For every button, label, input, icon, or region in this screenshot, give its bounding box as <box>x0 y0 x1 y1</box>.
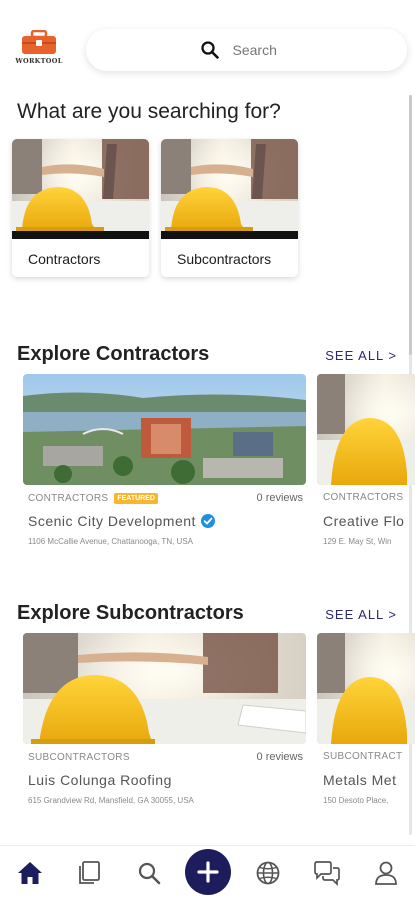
listing-name-text: Luis Colunga Roofing <box>28 772 172 788</box>
globe-icon <box>256 861 280 885</box>
listings-icon <box>79 861 100 884</box>
listing-card-peek[interactable]: SUBCONTRACT Metals Met 150 Desoto Place, <box>317 633 415 823</box>
page-title: What are you searching for? <box>17 100 281 123</box>
nav-listings[interactable] <box>74 858 104 888</box>
add-icon <box>197 861 219 883</box>
search-icon <box>138 862 161 885</box>
logo-text: WORKTOOL <box>15 57 63 65</box>
listing-category: SUBCONTRACT <box>323 751 403 762</box>
search-icon <box>200 41 219 59</box>
nav-explore[interactable] <box>253 858 283 888</box>
category-card-contractors[interactable]: Contractors <box>12 139 149 277</box>
profile-icon <box>375 861 397 885</box>
listing-card[interactable]: CONTRACTORS FEATURED 0 reviews Scenic Ci… <box>23 374 306 564</box>
listing-category: CONTRACTORS <box>28 492 109 504</box>
category-card-subcontractors[interactable]: Subcontractors <box>161 139 298 277</box>
listing-image <box>23 374 306 485</box>
nav-profile[interactable] <box>371 858 401 888</box>
home-icon <box>18 862 42 884</box>
category-image <box>161 139 298 239</box>
nav-home[interactable] <box>15 858 45 888</box>
app-header: WORKTOOL <box>0 0 415 90</box>
listing-card[interactable]: SUBCONTRACTORS 0 reviews Luis Colunga Ro… <box>23 633 306 823</box>
bottom-nav <box>0 845 415 900</box>
featured-badge: FEATURED <box>114 492 158 504</box>
listing-category: SUBCONTRACTORS <box>28 751 130 763</box>
listing-address: 129 E. May St, Win <box>323 537 392 546</box>
section-title-contractors: Explore Contractors <box>17 343 210 365</box>
worktool-logo[interactable]: WORKTOOL <box>12 30 66 70</box>
add-button[interactable] <box>185 849 231 895</box>
listing-address: 1106 McCallie Avenue, Chattanooga, TN, U… <box>28 537 193 546</box>
search-input[interactable] <box>232 42 293 58</box>
listing-image <box>317 633 415 744</box>
listing-name: Scenic City Development <box>28 513 215 529</box>
listing-name-text: Scenic City Development <box>28 513 196 529</box>
category-image <box>12 139 149 239</box>
listing-meta: CONTRACTORS FEATURED 0 reviews <box>28 491 303 505</box>
listing-card-peek[interactable]: CONTRACTORS Creative Flo 129 E. May St, … <box>317 374 415 564</box>
listing-name: Creative Flo <box>323 513 405 529</box>
listing-name: Luis Colunga Roofing <box>28 772 172 788</box>
listing-name: Metals Met <box>323 772 397 788</box>
section-title-subcontractors: Explore Subcontractors <box>17 602 244 624</box>
nav-search[interactable] <box>134 858 164 888</box>
nav-messages[interactable] <box>312 858 342 888</box>
see-all-contractors-link[interactable]: SEE ALL > <box>325 348 397 363</box>
listing-category: CONTRACTORS <box>323 492 404 503</box>
listing-image <box>317 374 415 485</box>
category-label: Contractors <box>28 251 101 267</box>
listing-address: 150 Desoto Place, <box>323 796 389 805</box>
listing-image <box>23 633 306 744</box>
category-label: Subcontractors <box>177 251 272 267</box>
reviews-count[interactable]: 0 reviews <box>257 492 303 504</box>
listing-meta: SUBCONTRACTORS 0 reviews <box>28 750 303 764</box>
search-bar[interactable] <box>86 29 407 71</box>
reviews-count[interactable]: 0 reviews <box>257 751 303 763</box>
scrollbar-thumb[interactable] <box>409 95 412 355</box>
toolbox-icon <box>22 30 56 54</box>
listing-address: 615 Grandview Rd, Mansfield, GA 30055, U… <box>28 796 194 805</box>
see-all-subcontractors-link[interactable]: SEE ALL > <box>325 607 397 622</box>
verified-icon <box>200 514 215 528</box>
chat-icon <box>314 861 340 886</box>
